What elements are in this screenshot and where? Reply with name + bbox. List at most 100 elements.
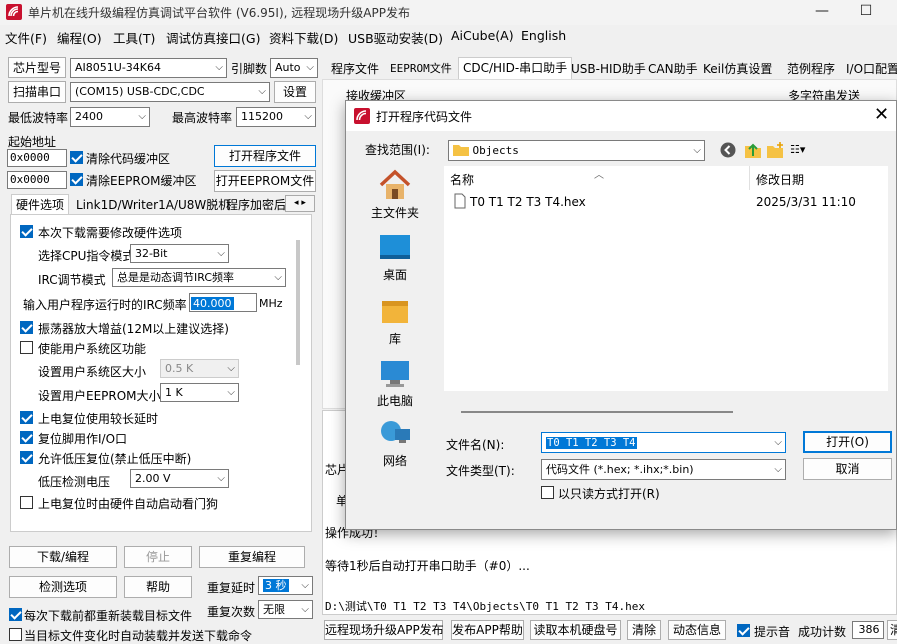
file-name: T0 T1 T2 T3 T4.hex [470,195,586,209]
window-title: 单片机在线升级编程仿真调试平台软件 (V6.95I), 远程现场升级APP发布 [28,6,410,20]
reset-pin-io-checkbox[interactable] [20,431,33,444]
system-area-size-label: 设置用户系统区大小 [38,365,147,379]
lvr-checkbox[interactable] [20,451,33,464]
stop-button[interactable]: 停止 [124,546,192,568]
open-button[interactable]: 打开(O) [803,431,892,453]
tab-eeprom-file[interactable]: EEPROM文件 [386,59,456,79]
column-date-header[interactable]: 修改日期 [756,171,804,188]
place-this-pc[interactable]: 此电脑 [360,359,430,409]
bottom-toolbar: 远程现场升级APP发布 发布APP帮助 读取本机硬盘号 清除 动态信息 提示音 … [0,619,897,640]
open-eeprom-file-button[interactable]: 打开EEPROM文件 [214,170,316,192]
code-start-address-input[interactable]: 0x0000 [7,149,67,167]
max-baud-select[interactable]: 115200 ⌵ [236,107,316,127]
minimize-button[interactable]: — [812,3,832,21]
file-row[interactable]: T0 T1 T2 T3 T4.hex 2025/3/31 11:10 [448,190,884,214]
help-button[interactable]: 帮助 [124,576,192,598]
tab-scroll-arrows[interactable]: ◂ ▸ [285,195,315,212]
publish-app-button[interactable]: 远程现场升级APP发布 [324,620,444,640]
system-area-size-select[interactable]: 0.5 K ⌵ [160,359,239,378]
scan-port-button[interactable]: 扫描串口 [8,81,66,103]
filetype-select[interactable]: 代码文件 (*.hex; *.ihx;*.bin) ⌵ [541,459,786,480]
publish-help-button[interactable]: 发布APP帮助 [451,620,524,640]
menu-download[interactable]: 资料下载(D) [269,28,338,47]
chevron-down-icon: ⌵ [301,604,309,615]
tab-program-file[interactable]: 程序文件 [327,59,383,79]
modify-hw-options-checkbox[interactable] [20,225,33,238]
lvd-select[interactable]: 2.00 V ⌵ [130,469,229,488]
cancel-button[interactable]: 取消 [803,458,892,480]
menu-usb-driver[interactable]: USB驱动安装(D) [348,28,443,47]
tab-serial-assistant[interactable]: CDC/HID-串口助手 [458,57,573,79]
place-home[interactable]: 主文件夹 [360,169,430,221]
detect-options-button[interactable]: 检测选项 [9,576,117,598]
menu-program[interactable]: 编程(O) [57,28,102,47]
tab-examples[interactable]: 范例程序 [783,59,839,79]
reset-count-button[interactable]: 清零 [887,620,897,640]
dynamic-info-button[interactable]: 动态信息 [668,620,726,640]
menu-english[interactable]: English [521,28,566,43]
pin-count-select[interactable]: Auto ⌵ [270,58,318,78]
place-desktop[interactable]: 桌面 [360,233,430,283]
tab-io-config[interactable]: I/O口配置 [842,59,897,79]
read-disk-button[interactable]: 读取本机硬盘号 [530,620,621,640]
maximize-button[interactable]: ☐ [856,3,876,21]
repeat-count-select[interactable]: 无限 ⌵ [258,600,313,619]
new-folder-icon[interactable] [766,141,784,159]
irc-frequency-input[interactable]: 40.000 [189,293,257,312]
menu-tools[interactable]: 工具(T) [113,28,155,47]
place-library[interactable]: 库 [360,297,430,347]
repeat-program-button[interactable]: 重复编程 [199,546,305,568]
pin-count-label: 引脚数 [231,62,268,76]
tab-hardware-options[interactable]: 硬件选项 [11,194,70,215]
chevron-down-icon: ⌵ [304,111,312,122]
back-icon[interactable] [720,142,736,158]
column-name-header[interactable]: 名称 [450,171,474,188]
tab-keil-settings[interactable]: Keil仿真设置 [699,59,776,79]
clear-log-button[interactable]: 清除 [627,620,661,640]
port-select[interactable]: (COM15) USB-CDC,CDC ⌵ [70,82,270,102]
download-program-button[interactable]: 下载/编程 [9,546,117,568]
close-icon[interactable]: ✕ [874,104,889,125]
tab-usb-hid[interactable]: USB-HID助手 [567,59,650,79]
readonly-checkbox[interactable] [541,486,554,499]
network-icon [381,421,410,443]
irc-mode-value: 总是是动态调节IRC频率 [117,271,235,284]
system-area-checkbox[interactable] [20,341,33,354]
reset-delay-label: 上电复位使用较长延时 [38,412,159,426]
repeat-delay-select[interactable]: 3 秒 ⌵ [258,576,313,595]
menu-file[interactable]: 文件(F) [5,28,47,47]
tab-offline-writer[interactable]: Link1D/Writer1A/U8W脱机 [72,195,234,215]
options-scrollbar[interactable] [296,240,300,365]
min-baud-select[interactable]: 2400 ⌵ [70,107,150,127]
clear-eeprom-buffer-label: 清除EEPROM缓冲区 [86,174,197,188]
chevron-down-icon: ⌵ [138,111,146,122]
reset-delay-checkbox[interactable] [20,411,33,424]
osc-gain-checkbox[interactable] [20,321,33,334]
folder-icon [453,145,469,156]
wdt-label: 上电复位时由硬件自动启动看门狗 [38,497,219,511]
chevron-down-icon: ⌵ [227,363,235,374]
look-in-select[interactable]: Objects ⌵ [448,140,705,161]
up-folder-icon[interactable] [744,141,762,159]
eeprom-start-address-input[interactable]: 0x0000 [7,171,67,189]
irc-mode-select[interactable]: 总是是动态调节IRC频率 ⌵ [112,268,286,287]
view-menu-icon[interactable]: ☷▾ [790,143,805,156]
tab-encryption[interactable]: 程序加密后 [222,195,290,215]
cpu-mode-select[interactable]: 32-Bit ⌵ [130,244,229,263]
open-program-file-button[interactable]: 打开程序文件 [214,145,316,167]
filename-input[interactable]: T0 T1 T2 T3 T4 ⌵ [541,432,786,453]
wdt-checkbox[interactable] [20,496,33,509]
menu-bar: 文件(F) 编程(O) 工具(T) 调试仿真接口(G) 资料下载(D) USB驱… [0,26,897,48]
tab-can[interactable]: CAN助手 [644,59,702,79]
eeprom-size-select[interactable]: 1 K ⌵ [160,383,239,402]
clear-code-buffer-checkbox[interactable] [70,151,83,164]
place-network[interactable]: 网络 [360,419,430,469]
port-settings-button[interactable]: 设置 [274,81,316,103]
chip-model-select[interactable]: AI8051U-34K64 ⌵ [70,58,227,78]
horizontal-scrollbar[interactable] [461,411,733,413]
clear-eeprom-buffer-checkbox[interactable] [70,173,83,186]
log-waiting: 等待1秒后自动打开串口助手（#0）... [325,559,530,573]
menu-debug[interactable]: 调试仿真接口(G) [166,28,260,47]
menu-aicube[interactable]: AiCube(A) [451,28,514,43]
beep-checkbox[interactable] [737,624,750,637]
